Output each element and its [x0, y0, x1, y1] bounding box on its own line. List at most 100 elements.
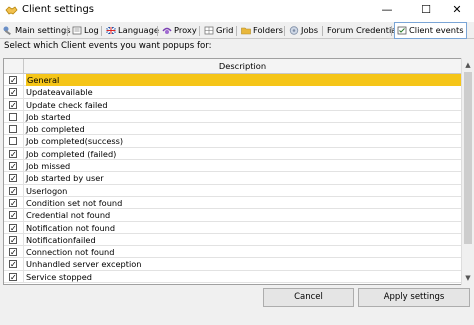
proxy-icon [162, 27, 172, 34]
event-label: Job completed [26, 124, 85, 135]
event-checkbox[interactable] [9, 88, 17, 97]
event-label: Job missed [26, 161, 71, 172]
window-title: Client settings [22, 4, 95, 15]
event-row[interactable]: Update check failed [4, 98, 461, 111]
tab-separator [284, 26, 285, 36]
tab-separator [199, 26, 200, 36]
event-row[interactable]: Credential not found [4, 209, 461, 222]
event-checkbox[interactable] [9, 137, 17, 146]
event-row[interactable]: Connection not found [4, 246, 461, 259]
event-checkbox[interactable] [9, 235, 17, 244]
event-row[interactable]: General [4, 74, 461, 87]
event-row[interactable]: Unhandled server exception [4, 258, 461, 271]
tab-separator [157, 26, 158, 36]
check-cell [4, 123, 24, 136]
event-row[interactable]: Service stopped [4, 270, 461, 284]
events-grid: Description GeneralUpdateavailableUpdate… [3, 58, 465, 285]
tab-log[interactable]: Log [70, 23, 99, 38]
flag-icon [106, 26, 116, 35]
event-checkbox[interactable] [9, 248, 17, 257]
tab-main-settings[interactable]: Main settings [1, 23, 71, 38]
event-row[interactable]: Notification not found [4, 221, 461, 234]
tab-label: Forum Credential [327, 25, 399, 35]
event-row[interactable]: Job missed [4, 160, 461, 173]
event-checkbox[interactable] [9, 211, 17, 220]
event-row[interactable]: Job completed (failed) [4, 147, 461, 161]
events-icon [397, 26, 407, 35]
event-checkbox[interactable] [9, 149, 17, 158]
event-row[interactable]: Job started [4, 110, 461, 124]
tab-grid[interactable]: Grid [202, 23, 233, 38]
tab-label: Grid [216, 25, 234, 35]
event-label: Condition set not found [26, 197, 123, 208]
wrench-icon [3, 26, 11, 35]
tab-label: Folders [253, 25, 283, 35]
check-cell [4, 160, 24, 173]
scroll-down-arrow[interactable]: ▼ [463, 273, 473, 283]
vertical-scrollbar[interactable]: ▲ ▼ [461, 58, 473, 285]
tab-label: Language [118, 25, 159, 35]
event-row[interactable]: Job completed [4, 123, 461, 136]
event-checkbox[interactable] [9, 162, 17, 171]
event-checkbox[interactable] [9, 112, 17, 121]
event-label: Unhandled server exception [26, 259, 142, 270]
scroll-thumb[interactable] [464, 72, 472, 244]
event-label: Job started by user [26, 173, 104, 184]
event-label: Job started [26, 111, 71, 122]
tab-separator [391, 26, 392, 36]
check-cell [4, 98, 24, 111]
check-cell [4, 172, 24, 185]
event-checkbox[interactable] [9, 186, 17, 195]
check-cell [4, 258, 24, 271]
event-checkbox[interactable] [9, 100, 17, 109]
maximize-button[interactable]: ☐ [409, 0, 443, 20]
event-row[interactable]: Condition set not found [4, 196, 461, 210]
event-checkbox[interactable] [9, 76, 17, 84]
event-row[interactable]: Updateavailable [4, 86, 461, 99]
event-label: Update check failed [26, 99, 108, 110]
tab-forum-credential[interactable]: Forum Credential [313, 23, 399, 38]
check-cell [4, 246, 24, 259]
check-cell [4, 270, 24, 283]
cancel-button[interactable]: Cancel [263, 288, 354, 307]
tab-client-events[interactable]: Client events [394, 22, 467, 39]
instruction-text: Select which Client events you want popu… [4, 41, 212, 51]
grid-rows: GeneralUpdateavailableUpdate check faile… [4, 74, 461, 284]
event-row[interactable]: Job started by user [4, 172, 461, 185]
event-label: Service stopped [26, 271, 92, 282]
event-checkbox[interactable] [9, 174, 17, 183]
header-description[interactable]: Description [24, 59, 461, 74]
event-checkbox[interactable] [9, 272, 17, 281]
tab-folders[interactable]: Folders [239, 23, 283, 38]
close-button[interactable]: ✕ [440, 0, 474, 20]
scroll-up-arrow[interactable]: ▲ [463, 60, 473, 70]
event-checkbox[interactable] [9, 223, 17, 232]
event-label: Notificationfailed [26, 234, 96, 245]
apply-settings-button[interactable]: Apply settings [358, 288, 470, 307]
check-cell [4, 196, 24, 209]
tab-label: Main settings [15, 25, 71, 35]
header-check-column[interactable] [4, 59, 24, 74]
title-bar: Client settings — ☐ ✕ [0, 0, 474, 22]
event-row[interactable]: Userlogon [4, 184, 461, 197]
tab-separator [67, 26, 68, 36]
minimize-button[interactable]: — [370, 0, 404, 20]
tab-separator [236, 26, 237, 36]
event-checkbox[interactable] [9, 198, 17, 207]
tab-language[interactable]: Language [104, 23, 159, 38]
check-cell [4, 209, 24, 222]
event-checkbox[interactable] [9, 125, 17, 134]
grid-header: Description [4, 59, 461, 74]
folder-icon [241, 27, 251, 35]
event-label: Updateavailable [26, 87, 93, 98]
tab-separator [101, 26, 102, 36]
event-row[interactable]: Notificationfailed [4, 233, 461, 247]
event-checkbox[interactable] [9, 260, 17, 269]
jobs-icon [289, 26, 299, 35]
event-row[interactable]: Job completed(success) [4, 135, 461, 148]
check-cell [4, 233, 24, 246]
handshake-icon [5, 6, 18, 15]
tab-proxy[interactable]: Proxy [160, 23, 197, 38]
log-icon [72, 26, 82, 35]
check-cell [4, 86, 24, 99]
